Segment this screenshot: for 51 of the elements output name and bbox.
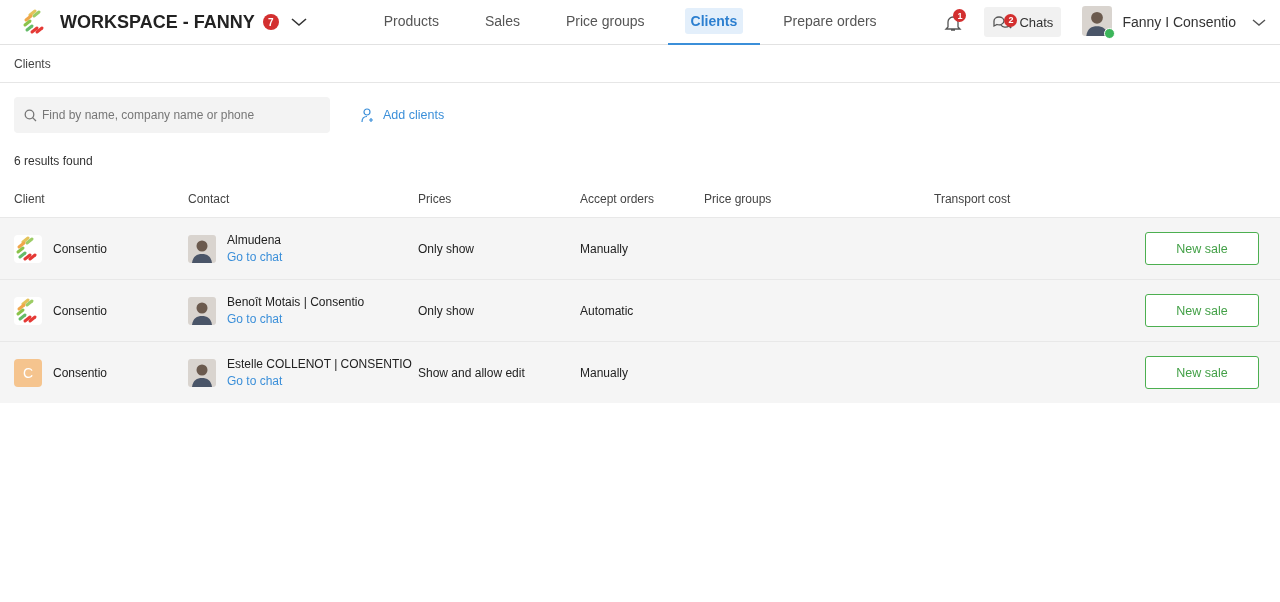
table-cell: Manually: [580, 365, 629, 380]
user-plus-icon: [361, 107, 375, 123]
table-cell: Only show: [418, 303, 475, 318]
results-count: 6 results found: [14, 154, 93, 168]
contact-name: Benoît Motais | Consentio: [227, 295, 365, 309]
client-logo: C: [14, 358, 42, 387]
count-badge: 1: [953, 9, 967, 22]
chevron-down-icon[interactable]: [290, 17, 307, 27]
contact-name: Almudena: [227, 233, 283, 247]
count-badge: 7: [262, 14, 279, 30]
breadcrumb: Clients: [14, 56, 51, 71]
column-header: Prices: [418, 192, 452, 206]
nav-tab[interactable]: Price groups: [542, 0, 668, 45]
search-field[interactable]: Find by name, company name or phone: [14, 97, 330, 133]
avatar-icon: [1082, 6, 1113, 36]
add-clients-link[interactable]: Add clients: [361, 107, 445, 123]
chat-link[interactable]: Go to chat: [227, 312, 365, 326]
chat-bubbles-icon: [992, 14, 1013, 30]
avatar-icon: [188, 358, 216, 387]
new-sale-button[interactable]: New sale: [1145, 232, 1259, 265]
contact-name: Estelle COLLENOT | CONSENTIO: [227, 357, 412, 371]
column-header: Client: [14, 192, 45, 206]
bell-icon: [944, 14, 963, 32]
new-sale-button[interactable]: New sale: [1145, 356, 1259, 389]
table-cell: Manually: [580, 241, 629, 256]
nav-tab[interactable]: Prepare orders: [760, 0, 900, 45]
nav-tab[interactable]: Products: [360, 0, 462, 45]
client-name: Consentio: [53, 365, 108, 380]
client-name: Consentio: [53, 241, 108, 256]
workspace-title: WORKSPACE - FANNY: [60, 11, 255, 33]
count-badge: 2: [1004, 13, 1018, 27]
new-sale-button[interactable]: New sale: [1145, 294, 1259, 327]
column-header: Transport cost: [934, 192, 1011, 206]
table-cell: Only show: [418, 241, 475, 256]
chat-link[interactable]: Go to chat: [227, 250, 283, 264]
notifications-button[interactable]: 1: [944, 12, 967, 32]
client-name: Consentio: [53, 303, 108, 318]
chats-button[interactable]: 2 Chats: [984, 7, 1062, 37]
table-cell: Show and allow edit: [418, 365, 525, 380]
column-header: Contact: [188, 192, 230, 206]
chat-link[interactable]: Go to chat: [227, 374, 412, 388]
nav-tab[interactable]: Clients: [667, 0, 761, 45]
nav-tab[interactable]: Sales: [461, 0, 543, 45]
chevron-down-icon: [1252, 17, 1266, 27]
column-header: Price groups: [704, 192, 772, 206]
user-menu[interactable]: Fanny I Consentio: [1082, 6, 1266, 38]
avatar-icon: [188, 296, 216, 325]
column-header: Accept orders: [580, 192, 655, 206]
avatar-icon: [188, 234, 216, 263]
table-cell: Automatic: [580, 303, 634, 318]
search-icon: [24, 109, 37, 122]
